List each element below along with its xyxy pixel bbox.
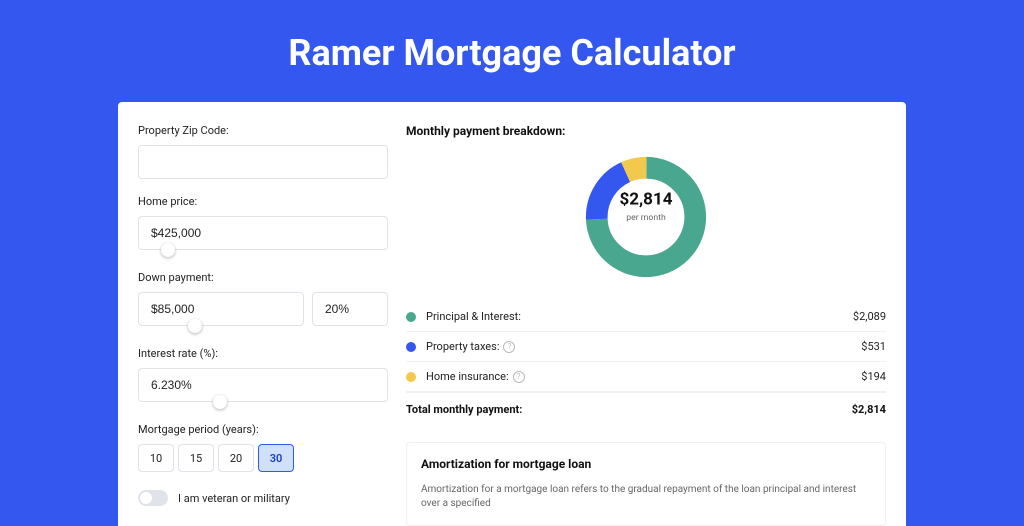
slider-handle[interactable]: [161, 243, 175, 257]
period-label: Mortgage period (years):: [138, 423, 388, 436]
info-icon[interactable]: ?: [503, 341, 515, 353]
veteran-row: I am veteran or military: [138, 490, 388, 506]
period-options: 10 15 20 30: [138, 444, 388, 472]
donut-sub: per month: [606, 211, 686, 223]
period-btn-10[interactable]: 10: [138, 444, 174, 472]
total-label: Total monthly payment:: [406, 403, 852, 416]
down-amount-input[interactable]: [138, 292, 304, 326]
legend-label: Home insurance:?: [426, 370, 861, 383]
rate-field-group: Interest rate (%):: [138, 347, 388, 407]
legend-row-insurance: Home insurance:? $194: [406, 362, 886, 392]
legend-value: $531: [861, 340, 886, 353]
price-label: Home price:: [138, 195, 388, 208]
down-label: Down payment:: [138, 271, 388, 284]
down-field-group: Down payment:: [138, 271, 388, 331]
legend-row-taxes: Property taxes:? $531: [406, 332, 886, 362]
calculator-card: Property Zip Code: Home price: Down paym…: [118, 102, 906, 526]
total-row: Total monthly payment: $2,814: [406, 392, 886, 426]
slider-handle[interactable]: [213, 395, 227, 409]
period-field-group: Mortgage period (years): 10 15 20 30: [138, 423, 388, 472]
rate-input[interactable]: [138, 368, 388, 402]
rate-label: Interest rate (%):: [138, 347, 388, 360]
amort-title: Amortization for mortgage loan: [421, 457, 871, 471]
form-column: Property Zip Code: Home price: Down paym…: [138, 124, 388, 526]
zip-input[interactable]: [138, 145, 388, 179]
amortization-section: Amortization for mortgage loan Amortizat…: [406, 442, 886, 526]
period-btn-30[interactable]: 30: [258, 444, 294, 472]
rate-slider[interactable]: [138, 401, 388, 407]
legend-dot-green: [406, 312, 416, 322]
zip-field-group: Property Zip Code:: [138, 124, 388, 179]
breakdown-title: Monthly payment breakdown:: [406, 124, 886, 138]
price-slider[interactable]: [138, 249, 388, 255]
price-input[interactable]: [138, 216, 388, 250]
down-pct-input[interactable]: [312, 292, 388, 326]
down-slider[interactable]: [138, 325, 388, 331]
legend-value: $2,089: [853, 310, 886, 323]
legend-dot-blue: [406, 342, 416, 352]
info-icon[interactable]: ?: [513, 371, 525, 383]
veteran-label: I am veteran or military: [178, 492, 290, 505]
page-title: Ramer Mortgage Calculator: [0, 0, 1024, 102]
slider-handle[interactable]: [188, 319, 202, 333]
legend-value: $194: [861, 370, 886, 383]
legend-dot-yellow: [406, 372, 416, 382]
period-btn-15[interactable]: 15: [178, 444, 214, 472]
donut-svg: $2,814 per month: [581, 152, 711, 282]
amort-text: Amortization for a mortgage loan refers …: [421, 483, 871, 511]
donut-chart: $2,814 per month: [406, 152, 886, 282]
donut-amount: $2,814: [606, 192, 686, 211]
price-field-group: Home price:: [138, 195, 388, 255]
total-value: $2,814: [852, 403, 886, 416]
legend-label: Principal & Interest:: [426, 310, 853, 323]
legend-label: Property taxes:?: [426, 340, 861, 353]
zip-label: Property Zip Code:: [138, 124, 388, 137]
period-btn-20[interactable]: 20: [218, 444, 254, 472]
breakdown-column: Monthly payment breakdown: $2,814 per mo…: [406, 124, 886, 526]
legend-row-principal: Principal & Interest: $2,089: [406, 302, 886, 332]
veteran-toggle[interactable]: [138, 490, 168, 506]
